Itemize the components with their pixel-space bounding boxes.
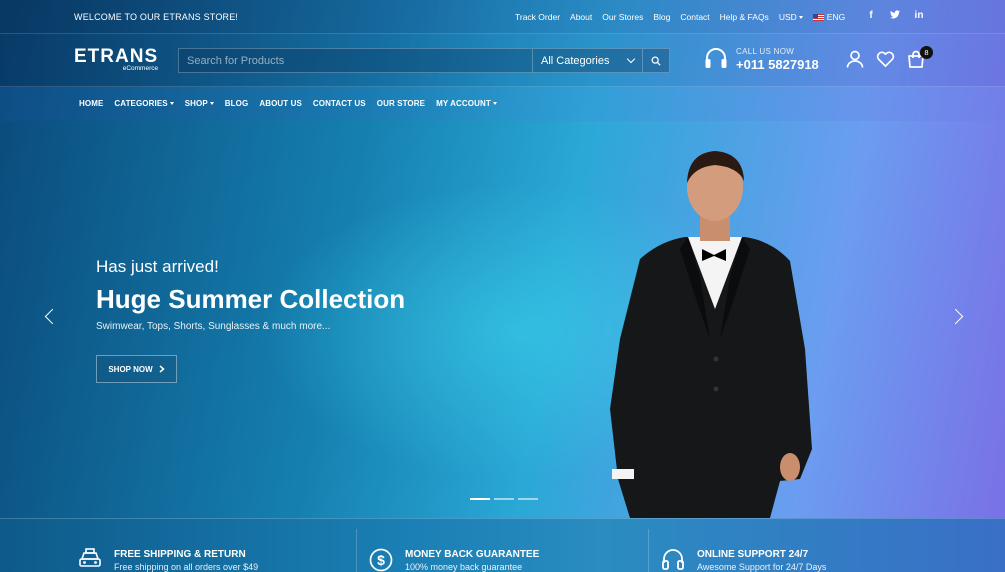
nav-account[interactable]: MY ACCOUNT (436, 99, 497, 108)
hero-description: Swimwear, Tops, Shorts, Sunglasses & muc… (96, 321, 331, 332)
next-slide-arrow-icon[interactable] (947, 308, 964, 325)
feature-desc: 100% money back guarantee (405, 562, 523, 572)
language-dropdown[interactable]: ENG (812, 12, 846, 22)
currency-dropdown[interactable]: USD (779, 12, 803, 22)
us-flag-icon (812, 14, 824, 21)
nav-store[interactable]: OUR STORE (377, 99, 425, 108)
feature-shipping: FREE SHIPPING & RETURN Free shipping on … (0, 519, 356, 572)
heart-icon[interactable] (876, 50, 895, 68)
caret-down-icon (209, 102, 214, 106)
language-label: ENG (826, 12, 846, 22)
logo-text: ETRANS (74, 46, 159, 67)
search-icon (651, 56, 661, 66)
hero-slider: Has just arrived! Huge Summer Collection… (0, 121, 1005, 518)
nav-home[interactable]: HOME (79, 99, 103, 108)
slide-dot-1[interactable] (470, 498, 490, 500)
social-links: f in (866, 10, 924, 22)
help-faqs-link[interactable]: Help & FAQs (720, 12, 769, 22)
shop-now-label: SHOP NOW (108, 364, 153, 374)
nav-categories-label: CATEGORIES (114, 99, 168, 108)
feature-desc: Awesome Support for 24/7 Days (697, 562, 827, 572)
search-input[interactable] (179, 49, 532, 72)
chevron-right-icon (159, 365, 165, 373)
track-order-link[interactable]: Track Order (515, 12, 560, 22)
headset-icon (662, 549, 684, 570)
headphones-icon (705, 48, 727, 68)
chevron-down-icon (626, 54, 636, 64)
top-links: Track Order About Our Stores Blog Contac… (515, 12, 845, 22)
caret-down-icon (492, 102, 497, 106)
caret-down-icon (798, 16, 803, 20)
svg-text:$: $ (377, 552, 385, 568)
feature-support: ONLINE SUPPORT 24/7 Awesome Support for … (649, 519, 1005, 572)
logo[interactable]: ETRANS eCommerce (74, 46, 159, 72)
shop-now-button[interactable]: SHOP NOW (96, 355, 177, 383)
slide-dot-2[interactable] (494, 498, 514, 500)
currency-label: USD (778, 12, 797, 22)
category-select[interactable]: All Categories (532, 49, 642, 72)
prev-slide-arrow-icon[interactable] (44, 308, 61, 325)
user-icon[interactable] (846, 50, 864, 68)
contact-link[interactable]: Contact (680, 12, 709, 22)
our-stores-link[interactable]: Our Stores (602, 12, 643, 22)
linkedin-icon[interactable]: in (914, 10, 924, 22)
nav-blog[interactable]: BLOG (225, 99, 249, 108)
blog-link[interactable]: Blog (653, 12, 670, 22)
feature-title: ONLINE SUPPORT 24/7 (697, 549, 809, 560)
feature-money-back: $ MONEY BACK GUARANTEE 100% money back g… (357, 519, 648, 572)
hero-model-image (610, 151, 812, 518)
nav-contact[interactable]: CONTACT US (313, 99, 366, 108)
cart-count-badge: 8 (920, 46, 933, 59)
features-bar: FREE SHIPPING & RETURN Free shipping on … (0, 518, 1005, 572)
about-link[interactable]: About (570, 12, 592, 22)
welcome-message: WELCOME TO OUR ETRANS STORE! (74, 12, 239, 22)
slide-dot-3[interactable] (518, 498, 538, 500)
caret-down-icon (169, 102, 174, 106)
call-number[interactable]: +011 5827918 (736, 57, 819, 72)
nav-shop-label: SHOP (184, 99, 208, 108)
top-bar: WELCOME TO OUR ETRANS STORE! Track Order… (0, 0, 1005, 34)
hero-title: Huge Summer Collection (96, 284, 406, 314)
hero-subtitle: Has just arrived! (96, 257, 219, 276)
slide-dots (470, 498, 538, 500)
nav-about[interactable]: ABOUT US (259, 99, 302, 108)
header-icons (846, 50, 925, 68)
main-nav: HOME CATEGORIES SHOP BLOG ABOUT US CONTA… (0, 87, 1005, 121)
feature-title: MONEY BACK GUARANTEE (405, 549, 540, 560)
category-select-value: All Categories (541, 54, 610, 67)
search-bar: All Categories (178, 48, 670, 73)
twitter-icon[interactable] (890, 10, 900, 22)
feature-title: FREE SHIPPING & RETURN (114, 549, 246, 560)
dollar-icon: $ (369, 548, 393, 572)
feature-desc: Free shipping on all orders over $49 (114, 562, 259, 572)
facebook-icon[interactable]: f (866, 10, 876, 22)
nav-shop[interactable]: SHOP (185, 99, 214, 108)
call-us: CALL US NOW +011 5827918 (704, 47, 819, 72)
call-label: CALL US NOW (736, 47, 795, 56)
nav-account-label: MY ACCOUNT (436, 99, 491, 108)
nav-categories[interactable]: CATEGORIES (114, 99, 174, 108)
search-button[interactable] (642, 49, 669, 72)
header: ETRANS eCommerce All Categories CALL US … (0, 34, 1005, 87)
taxi-icon (79, 548, 101, 567)
